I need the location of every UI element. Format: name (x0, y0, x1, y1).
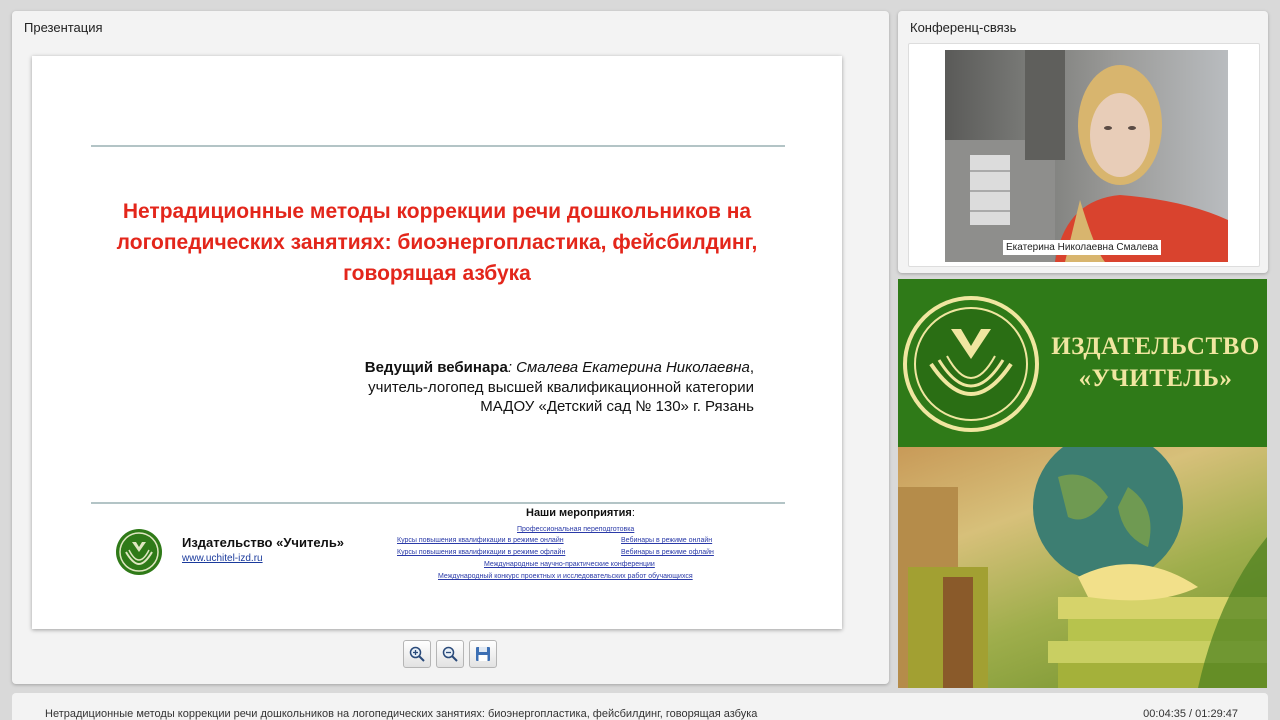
presentation-panel-title: Презентация (24, 20, 103, 35)
presenter-label: Ведущий вебинара (364, 359, 508, 376)
event-link-webinars-offline[interactable]: Вебинары в режиме офлайн (621, 549, 714, 556)
participant-video-frame (945, 50, 1228, 262)
publisher-banner[interactable]: ИЗДАТЕЛЬСТВО «УЧИТЕЛЬ» (898, 279, 1267, 688)
presenter-comma: , (749, 359, 754, 376)
banner-image (898, 432, 1267, 688)
event-link-retraining[interactable]: Профессиональная переподготовка (517, 526, 634, 533)
banner-title: ИЗДАТЕЛЬСТВО «УЧИТЕЛЬ» (1048, 331, 1263, 395)
publisher-name: Издательство «Учитель» (182, 535, 345, 550)
footer-webinar-title: Нетрадиционные методы коррекции речи дош… (45, 708, 758, 720)
participant-name-label: Екатерина Николаевна Смалева (1003, 240, 1162, 255)
presenter-position: учитель-логопед высшей квалификационной … (368, 379, 754, 396)
publisher-logo-icon (116, 529, 162, 575)
floppy-disk-icon (476, 647, 490, 661)
slide: Нетрадиционные методы коррекции речи дош… (32, 56, 842, 629)
publisher-emblem-icon (903, 296, 1039, 432)
total-duration: 01:29:47 (1195, 708, 1238, 720)
zoom-out-button[interactable] (436, 640, 464, 668)
publisher-url-link[interactable]: www.uchitel-izd.ru (182, 553, 263, 564)
presenter-org: МАДОУ «Детский сад № 130» г. Рязань (480, 398, 754, 415)
event-link-courses-offline[interactable]: Курсы повышения квалификации в режиме оф… (397, 549, 565, 556)
slide-title: Нетрадиционные методы коррекции речи дош… (116, 200, 758, 285)
events-heading: Наши мероприятия: (526, 507, 635, 519)
zoom-out-icon (442, 646, 458, 662)
footer-bar: Нетрадиционные методы коррекции речи дош… (12, 693, 1268, 720)
presenter-line: Ведущий вебинара: Смалева Екатерина Нико… (365, 359, 754, 376)
banner-title-line1: ИЗДАТЕЛЬСТВО (1051, 333, 1260, 360)
video-container: Екатерина Николаевна Смалева (908, 43, 1260, 267)
conference-panel-title: Конференц-связь (910, 20, 1017, 35)
time-separator: / (1186, 708, 1196, 720)
event-link-courses-online[interactable]: Курсы повышения квалификации в режиме он… (397, 537, 564, 544)
save-button[interactable] (469, 640, 497, 668)
slide-top-divider (91, 145, 785, 147)
books-globe-illustration (898, 432, 1267, 688)
events-heading-text: Наши мероприятия (526, 507, 632, 519)
presentation-panel: Презентация Нетрадиционные методы коррек… (12, 11, 889, 684)
event-link-conferences[interactable]: Международные научно-практические конфер… (484, 561, 655, 568)
playback-time: 00:04:35 / 01:29:47 (1143, 708, 1238, 720)
event-link-webinars-online[interactable]: Вебинары в режиме онлайн (621, 537, 712, 544)
participant-video: Екатерина Николаевна Смалева (945, 50, 1228, 262)
banner-header: ИЗДАТЕЛЬСТВО «УЧИТЕЛЬ» (898, 279, 1267, 447)
events-heading-colon: : (631, 507, 635, 519)
elapsed-time: 00:04:35 (1143, 708, 1186, 720)
banner-title-line2: «УЧИТЕЛЬ» (1078, 365, 1233, 392)
presenter-name: Смалева Екатерина Николаевна (516, 359, 750, 376)
presenter-colon: : (507, 359, 512, 376)
zoom-in-icon (409, 646, 425, 662)
slide-bottom-divider (91, 502, 785, 504)
event-link-contest[interactable]: Международный конкурс проектных и исслед… (438, 573, 693, 580)
conference-panel: Конференц-связь Екатерина Николаевна Сма… (898, 11, 1268, 273)
zoom-in-button[interactable] (403, 640, 431, 668)
